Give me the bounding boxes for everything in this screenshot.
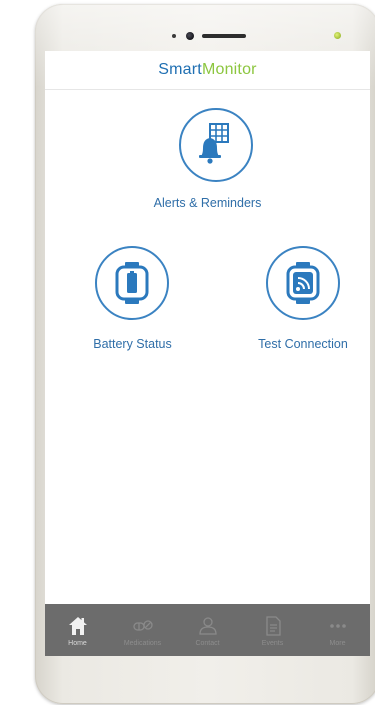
person-icon [198, 617, 217, 635]
bell-calendar-icon [199, 123, 229, 164]
nav-item-medications[interactable]: Medications [110, 604, 175, 656]
nav-item-home[interactable]: Home [45, 604, 110, 656]
nav-item-more[interactable]: More [305, 604, 370, 656]
phone-frame: SmartMonitor Alerts & Reminders Battery … [35, 4, 375, 704]
earpiece-speaker [202, 34, 246, 38]
alerts-reminders-button[interactable]: Alerts & Reminders [45, 51, 370, 221]
battery-status-label: Battery Status [93, 337, 172, 351]
home-icon [68, 617, 87, 635]
document-icon [265, 616, 281, 636]
notification-led [334, 32, 341, 39]
nav-label-medications: Medications [123, 640, 162, 647]
nav-label-home: Home [68, 640, 87, 647]
more-dots-icon [329, 624, 346, 628]
connection-icon-ring [266, 246, 340, 320]
battery-icon-ring [95, 246, 169, 320]
front-camera [186, 32, 194, 40]
pills-icon [132, 620, 153, 631]
nav-label-events: Events [261, 640, 284, 647]
alerts-icon-ring [179, 108, 253, 182]
bottom-navigation-bar: Home Medications Contact Events More [45, 604, 370, 656]
app-screen: SmartMonitor Alerts & Reminders Battery … [45, 51, 370, 656]
nav-item-contact[interactable]: Contact [175, 604, 240, 656]
wireless-signal-icon [286, 262, 320, 304]
alerts-reminders-label: Alerts & Reminders [153, 196, 262, 210]
phone-bottom-bezel [45, 656, 370, 704]
test-connection-label: Test Connection [258, 337, 348, 351]
proximity-sensor [172, 34, 176, 38]
battery-icon [115, 262, 149, 304]
nav-label-contact: Contact [195, 640, 220, 647]
nav-label-more: More [329, 640, 346, 647]
test-connection-button[interactable]: Test Connection [238, 241, 368, 371]
nav-item-events[interactable]: Events [240, 604, 305, 656]
battery-status-button[interactable]: Battery Status [75, 241, 190, 371]
